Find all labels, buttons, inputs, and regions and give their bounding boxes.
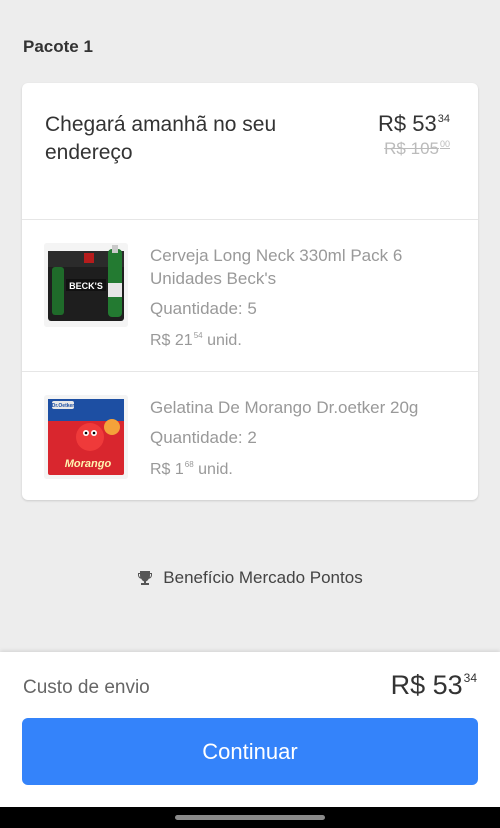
list-item[interactable]: BECK'S Cerveja Long Neck 330ml Pack 6 Un… — [22, 221, 478, 372]
continue-button[interactable]: Continuar — [22, 718, 478, 785]
shipping-price: R$ 5334 — [390, 670, 477, 700]
gelatin-brand-text: Dr.Oetker — [52, 403, 75, 409]
package-price-current: R$ 5334 — [378, 111, 450, 136]
item-quantity: Quantidade: 5 — [150, 299, 257, 318]
beer-pack-image: BECK'S — [44, 243, 128, 327]
beer-brand-text: BECK'S — [69, 281, 103, 291]
benefit-label: Benefício Mercado Pontos — [163, 568, 363, 587]
list-item[interactable]: Dr.Oetker Morango Gelatina De Morango Dr… — [22, 373, 478, 500]
delivery-estimate: Chegará amanhã no seu endereço — [45, 113, 277, 164]
item-unit-price: R$ 168 unid. — [150, 460, 233, 478]
gelatin-box-image: Dr.Oetker Morango — [44, 395, 128, 479]
item-quantity: Quantidade: 2 — [150, 428, 257, 447]
package-price-original: R$ 10500 — [384, 139, 450, 158]
home-handle[interactable] — [175, 815, 325, 820]
system-navigation-bar — [0, 807, 500, 828]
item-name: Cerveja Long Neck 330ml Pack 6 Unidades … — [150, 246, 403, 288]
shipping-label: Custo de envio — [23, 677, 150, 698]
package-card: Chegará amanhã no seu endereço R$ 5334 R… — [22, 83, 478, 500]
item-unit-price: R$ 2154 unid. — [150, 331, 242, 349]
trophy-icon — [137, 568, 163, 587]
gelatin-flavor-text: Morango — [65, 458, 112, 470]
package-title: Pacote 1 — [23, 37, 93, 56]
checkout-footer: Custo de envio R$ 5334 Continuar — [0, 652, 500, 807]
package-price: R$ 5334 R$ 10500 — [378, 111, 450, 159]
delivery-header: Chegará amanhã no seu endereço R$ 5334 R… — [22, 83, 478, 220]
item-name: Gelatina De Morango Dr.oetker 20g — [150, 398, 419, 417]
benefit-row: Benefício Mercado Pontos — [0, 568, 500, 588]
